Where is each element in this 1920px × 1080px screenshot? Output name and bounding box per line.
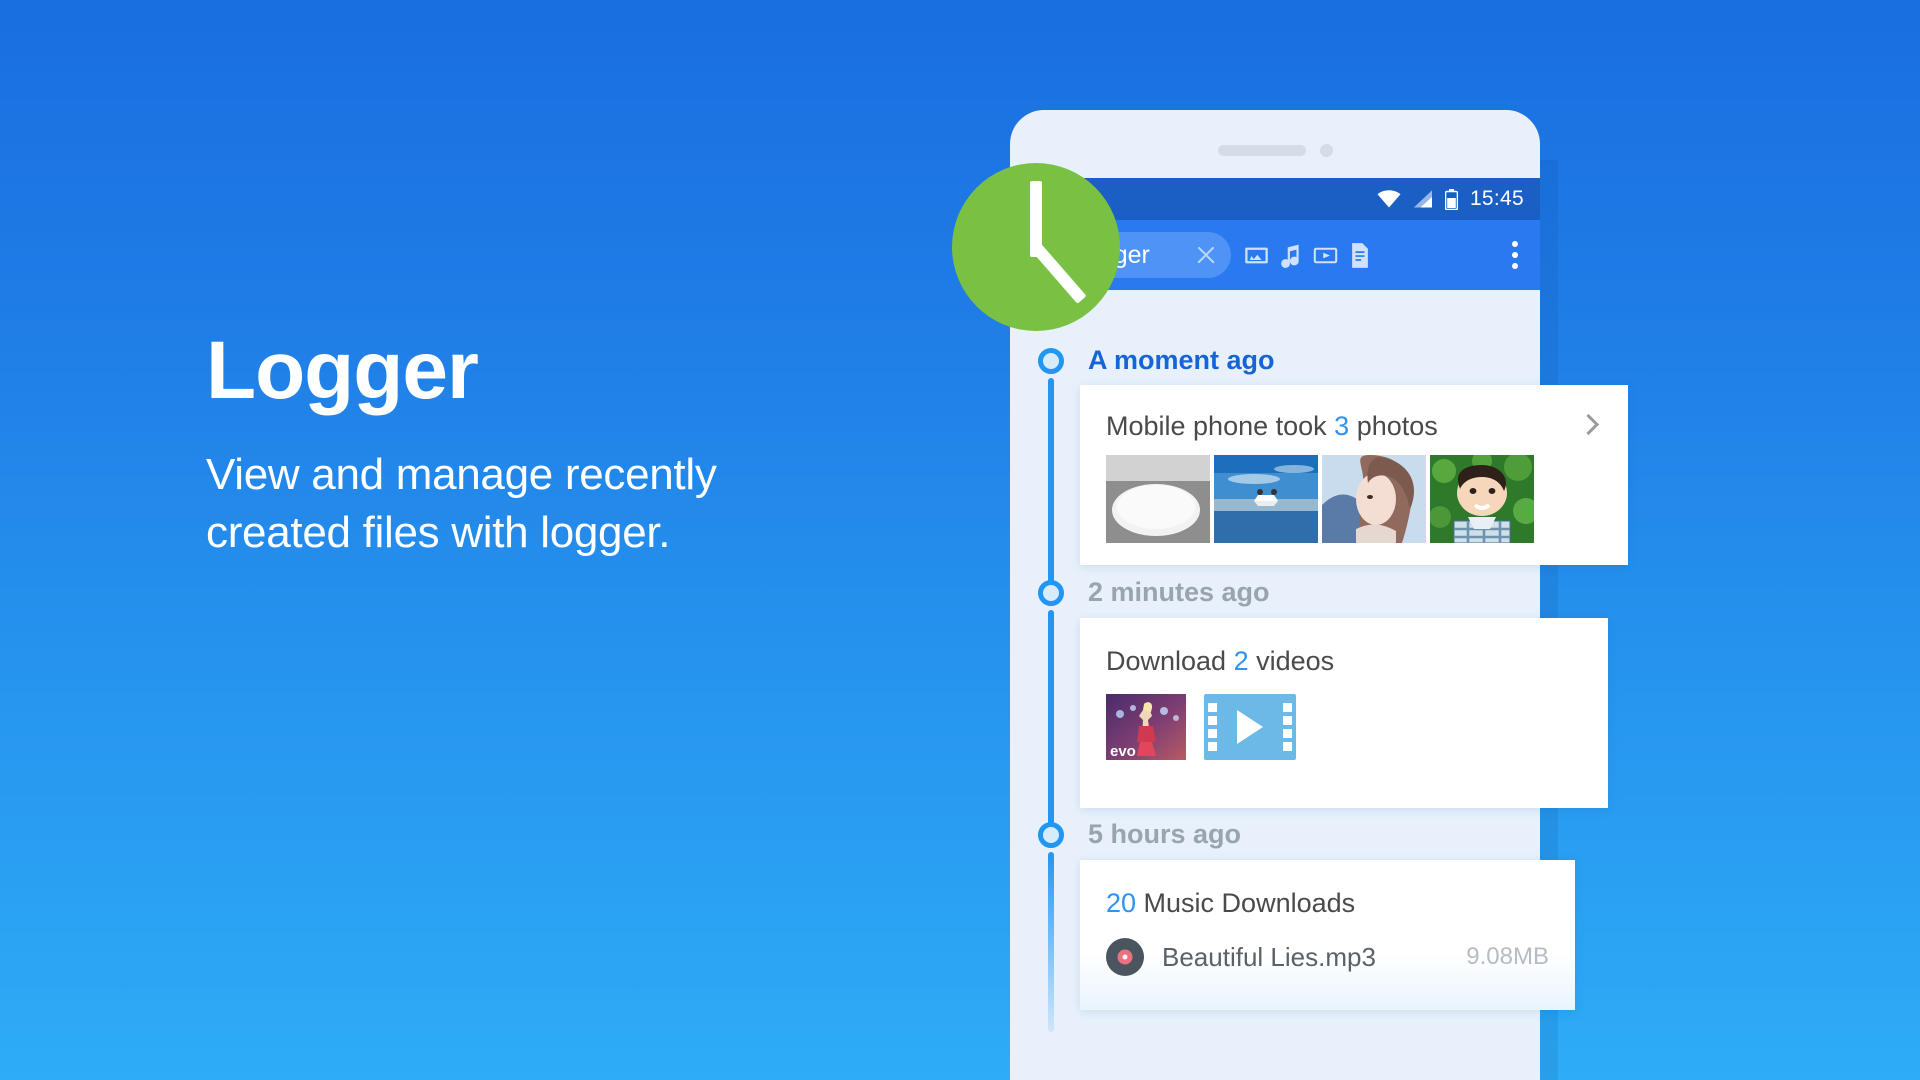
video-thumbnail-strip: evo — [1106, 694, 1296, 760]
card-title: Download 2 videos — [1106, 646, 1334, 677]
timeline-card-videos[interactable]: Download 2 videos evo — [1080, 618, 1608, 808]
card-count: 2 — [1233, 646, 1249, 676]
timeline-node — [1038, 348, 1064, 374]
svg-text:evo: evo — [1110, 743, 1136, 760]
clock-hand-hour — [1031, 243, 1087, 304]
list-item[interactable]: Beautiful Lies.mp3 9.08MB — [1106, 938, 1575, 976]
timeline-rail-segment — [1048, 378, 1054, 588]
photo-thumbnail[interactable] — [1322, 455, 1426, 543]
card-title-prefix: Mobile phone took — [1106, 411, 1335, 441]
timeline-time-label: 5 hours ago — [1088, 819, 1242, 849]
card-title-prefix: Download — [1106, 646, 1234, 676]
phone-top-bezel — [1010, 144, 1540, 157]
page-title: Logger — [206, 325, 479, 416]
card-title-suffix: videos — [1248, 646, 1335, 676]
timeline-time-label: A moment ago — [1088, 345, 1275, 375]
page-subtitle: View and manage recently created files w… — [206, 450, 717, 558]
vinyl-record-icon — [1106, 938, 1144, 976]
file-name: Beautiful Lies.mp3 — [1162, 941, 1376, 972]
card-title-suffix: Music Downloads — [1136, 888, 1356, 918]
timeline-card-photos[interactable]: Mobile phone took 3 photos — [1080, 385, 1628, 565]
card-count: 20 — [1106, 888, 1137, 918]
photo-thumbnail-strip — [1106, 455, 1534, 543]
card-title-suffix: photos — [1349, 411, 1438, 441]
timeline-time-label: 2 minutes ago — [1088, 577, 1270, 607]
photo-thumbnail[interactable] — [1214, 455, 1318, 543]
timeline-node — [1038, 580, 1064, 606]
timeline-rail-segment — [1048, 852, 1054, 1032]
timeline-rail-segment — [1048, 610, 1054, 830]
logger-app-logo — [952, 163, 1120, 331]
front-camera-dot — [1319, 144, 1333, 157]
card-count: 3 — [1334, 411, 1350, 441]
file-size: 9.08MB — [1466, 943, 1549, 970]
video-placeholder-icon[interactable] — [1204, 694, 1296, 760]
photo-thumbnail[interactable] — [1430, 455, 1534, 543]
timeline-node — [1038, 822, 1064, 848]
chevron-right-icon[interactable] — [1577, 413, 1600, 436]
card-title: Mobile phone took 3 photos — [1106, 411, 1438, 442]
timeline: A moment ago Mobile phone took 3 photos … — [1010, 180, 1628, 1080]
video-thumbnail[interactable]: evo — [1106, 694, 1186, 760]
marketing-copy: Logger View and manage recently created … — [206, 330, 906, 562]
speaker-grille — [1217, 145, 1306, 156]
timeline-card-music[interactable]: 20 Music Downloads Beautiful Lies.mp3 9.… — [1080, 860, 1575, 1010]
card-title: 20 Music Downloads — [1106, 888, 1355, 919]
photo-thumbnail[interactable] — [1106, 455, 1210, 543]
